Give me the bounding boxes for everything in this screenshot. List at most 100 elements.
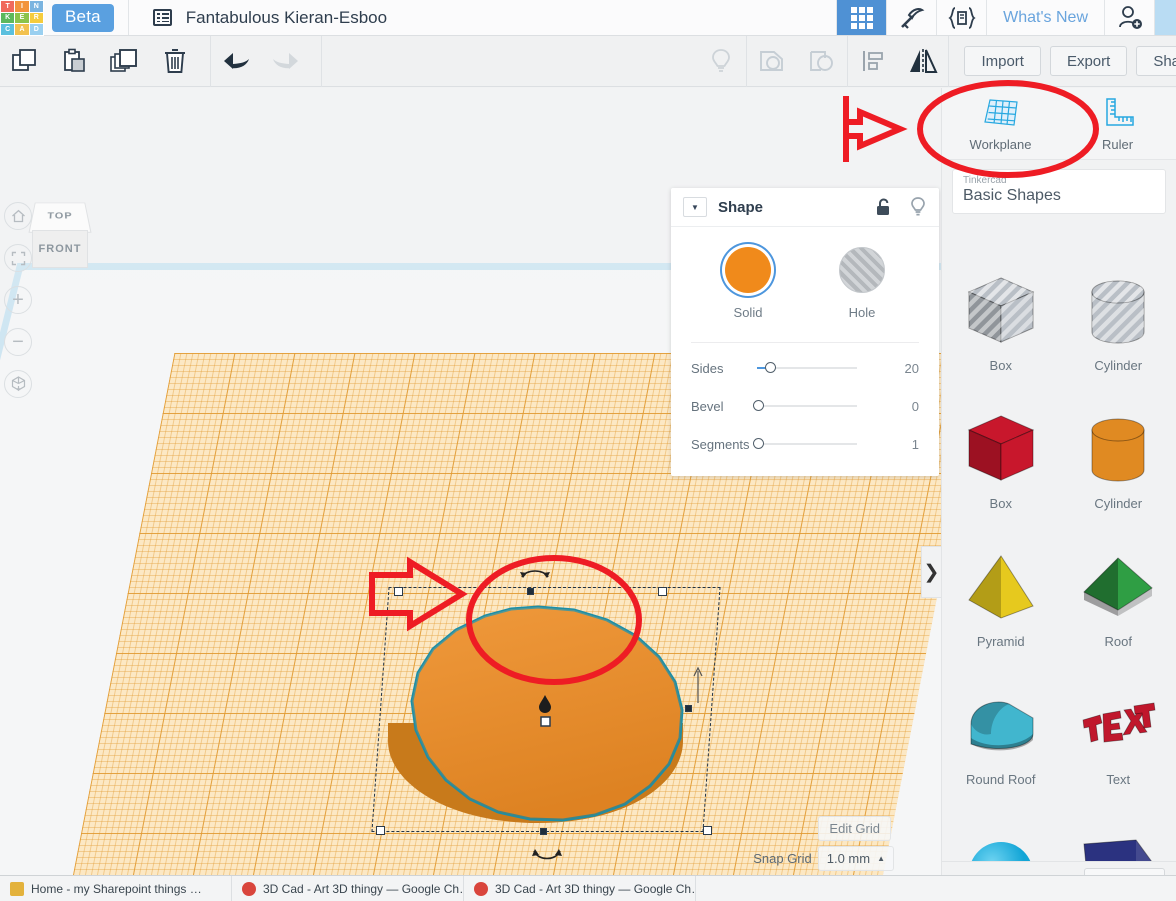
segments-track[interactable]	[753, 438, 857, 449]
perspective-toggle-button[interactable]	[4, 370, 32, 398]
workplane-tool[interactable]: Workplane	[942, 88, 1059, 159]
logo-tile-t: T	[1, 1, 15, 12]
paste-button[interactable]	[50, 36, 100, 87]
shape-panel-title: Shape	[718, 198, 764, 216]
shape-text[interactable]: Text	[1060, 667, 1176, 805]
codeblocks-braces-icon[interactable]	[936, 0, 986, 35]
windows-taskbar: Home - my Sharepoint things … 3D Cad - Ar…	[0, 875, 1176, 901]
copy-button[interactable]	[0, 36, 50, 87]
taskbar-item-chrome-2[interactable]: 3D Cad - Art 3D thingy — Google Ch…	[464, 875, 696, 901]
segments-slider[interactable]: Segments 1	[691, 425, 919, 463]
import-button[interactable]: Import	[964, 46, 1041, 76]
cylinder-icon	[1078, 272, 1158, 352]
edit-grid-button[interactable]: Edit Grid	[818, 816, 891, 841]
shape-label: Cylinder	[1094, 357, 1143, 373]
chrome-icon	[242, 881, 256, 896]
shape-panel-header-icons	[875, 196, 927, 218]
redo-button[interactable]	[261, 36, 311, 87]
shape-cylinder-org[interactable]: Cylinder	[1060, 391, 1176, 529]
sides-slider[interactable]: Sides 20	[691, 349, 919, 387]
ungroup-button[interactable]	[797, 36, 847, 87]
workplane-icon	[983, 98, 1018, 126]
shape-round-roof[interactable]: Round Roof	[942, 667, 1060, 805]
logo-tile-i: I	[15, 1, 29, 12]
sides-label: Sides	[691, 360, 724, 376]
mirror-button[interactable]	[898, 36, 948, 87]
resize-handle-bl[interactable]	[376, 826, 385, 835]
resize-handle-br[interactable]	[703, 826, 712, 835]
solid-label: Solid	[733, 305, 763, 320]
shape-roof[interactable]: Roof	[1060, 529, 1176, 667]
view-cube-front-face[interactable]: FRONT	[32, 230, 88, 268]
delete-button[interactable]	[150, 36, 200, 87]
gallery-grid-icon[interactable]	[836, 0, 887, 35]
zoom-out-button[interactable]: −	[4, 328, 32, 356]
rotate-handle-bottom[interactable]	[530, 845, 564, 865]
shape-label: Text	[1106, 771, 1131, 787]
codeblocks-pickaxe-icon[interactable]	[886, 0, 936, 35]
undo-arrow-icon	[224, 53, 249, 69]
export-button[interactable]: Export	[1049, 46, 1128, 76]
selected-shape[interactable]	[371, 570, 721, 860]
bevel-knob[interactable]	[753, 400, 764, 411]
chevron-down-icon[interactable]: ▼	[683, 197, 707, 217]
shape-box-red[interactable]: Box	[942, 391, 1060, 529]
roof-icon	[1078, 548, 1158, 628]
lightbulb-icon[interactable]	[909, 196, 927, 218]
resize-handle-tr[interactable]	[658, 587, 667, 596]
home-view-button[interactable]	[4, 202, 32, 230]
group-button[interactable]	[747, 36, 797, 87]
segments-knob[interactable]	[753, 438, 764, 449]
add-person-icon[interactable]	[1104, 0, 1154, 35]
ruler-label: Ruler	[1101, 136, 1134, 152]
unlock-icon[interactable]	[875, 197, 893, 217]
resize-handle-bottom[interactable]	[540, 828, 547, 835]
3d-viewport[interactable]: TOP FRONT + − ❯ Edit Grid Snap Grid 1.0 …	[0, 88, 941, 901]
duplicate-button[interactable]	[100, 36, 150, 87]
center-marker[interactable]	[532, 693, 558, 727]
shape-pyramid[interactable]: Pyramid	[942, 529, 1060, 667]
page-title: Fantabulous Kieran-Esboo	[185, 7, 388, 27]
solid-swatch[interactable]: Solid	[725, 247, 771, 320]
align-button[interactable]	[848, 36, 898, 87]
sides-knob[interactable]	[765, 362, 776, 373]
workplane-label: Workplane	[969, 136, 1032, 152]
box-icon	[961, 410, 1041, 490]
redo-arrow-icon	[273, 53, 298, 69]
ruler-tool[interactable]: Ruler	[1059, 88, 1176, 159]
whats-new-link[interactable]: What's New	[986, 0, 1104, 35]
zoom-in-button[interactable]: +	[4, 286, 32, 314]
taskbar-item-label: 3D Cad - Art 3D thingy — Google Ch…	[263, 881, 464, 896]
tinkercad-app: TIN KER CAD Beta Fantabulous Kieran-Esboo	[0, 0, 1176, 901]
taskbar-item-label: 3D Cad - Art 3D thingy — Google Ch…	[495, 881, 696, 896]
library-name-label: Basic Shapes	[963, 187, 1061, 204]
shape-properties-panel: ▼ Shape Solid Hole Sides 20 Bevel 0 Segm…	[671, 188, 939, 476]
view-cube-top-face[interactable]: TOP	[28, 202, 92, 233]
shape-panel-header: ▼ Shape	[671, 188, 939, 227]
resize-handle-tl[interactable]	[394, 587, 403, 596]
bevel-track[interactable]	[753, 400, 857, 411]
undo-button[interactable]	[211, 36, 261, 87]
shape-library-dropdown[interactable]: Tinkercad Basic Shapes	[952, 169, 1166, 214]
shape-label: Roof	[1104, 633, 1132, 649]
sides-track[interactable]	[757, 362, 857, 373]
project-list-button[interactable]	[129, 0, 186, 35]
panel-collapse-button[interactable]: ❯	[921, 546, 941, 598]
snap-grid-dropdown[interactable]: 1.0 mm ▲	[817, 846, 894, 871]
fit-view-button[interactable]	[4, 244, 32, 272]
tinkercad-logo[interactable]: TIN KER CAD	[0, 0, 44, 36]
shape-box-hole[interactable]: Box	[942, 253, 1060, 391]
taskbar-item-chrome-1[interactable]: 3D Cad - Art 3D thingy — Google Ch…	[232, 875, 464, 901]
hide-lightbulb-button[interactable]	[696, 36, 746, 87]
avatar[interactable]	[1154, 0, 1176, 35]
pyramid-icon	[961, 548, 1041, 628]
bevel-slider[interactable]: Bevel 0	[691, 387, 919, 425]
hole-swatch[interactable]: Hole	[839, 247, 885, 320]
resize-handle-top[interactable]	[527, 588, 534, 595]
taskbar-item-explorer[interactable]: Home - my Sharepoint things …	[0, 875, 232, 901]
box-icon	[961, 272, 1041, 352]
share-button[interactable]: Shar	[1136, 46, 1176, 76]
rotate-handle-top[interactable]	[518, 565, 552, 583]
height-handle[interactable]	[690, 663, 712, 709]
shape-cylinder-hole[interactable]: Cylinder	[1060, 253, 1176, 391]
